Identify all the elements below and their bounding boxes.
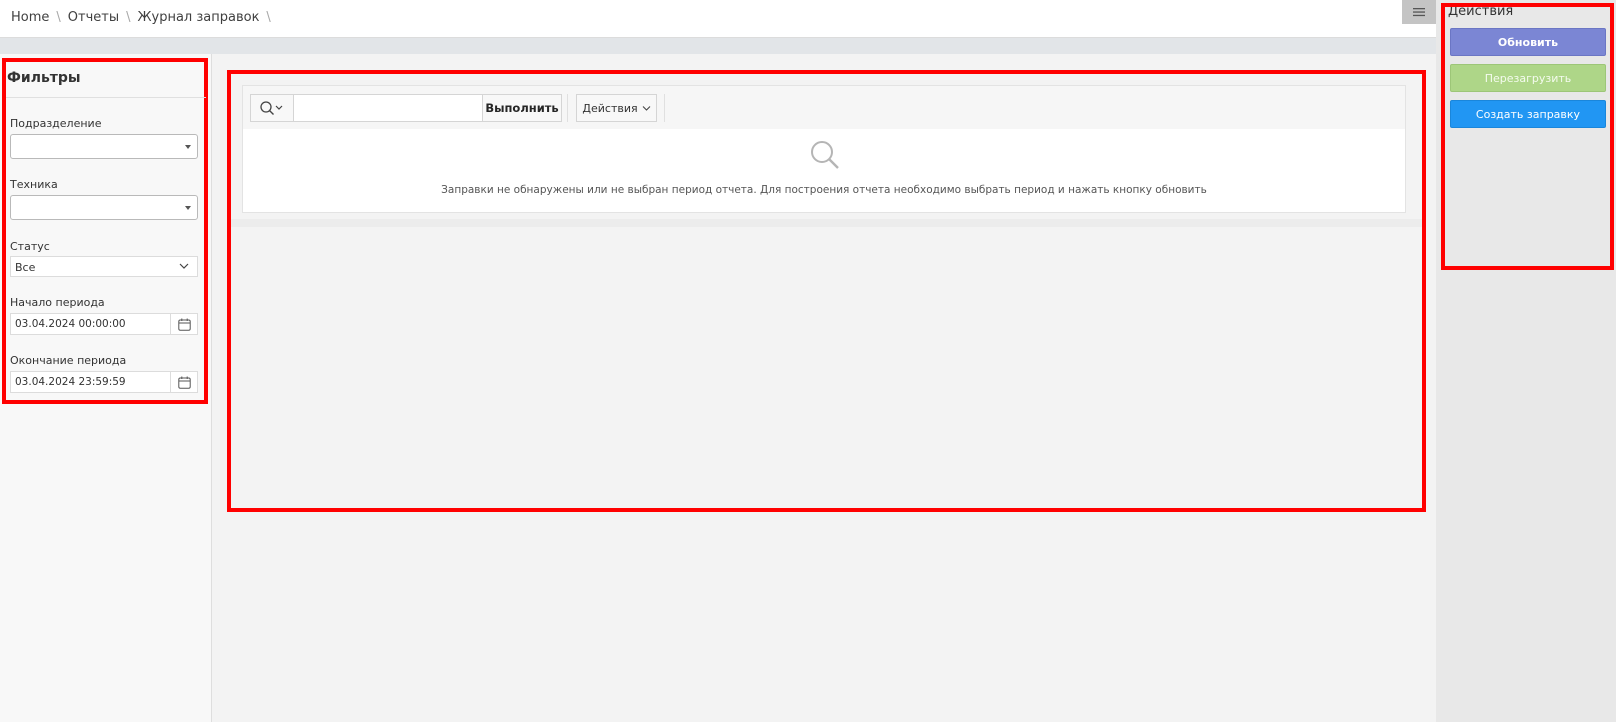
calendar-icon (177, 376, 191, 389)
calendar-icon (177, 318, 191, 331)
division-label: Подразделение (10, 117, 102, 130)
division-select[interactable] (10, 134, 198, 159)
status-label: Статус (10, 240, 50, 253)
report-highlight-frame (227, 70, 1426, 512)
status-select[interactable]: Все (10, 256, 198, 277)
period-start-value: 03.04.2024 00:00:00 (15, 318, 126, 330)
filters-highlight-frame (2, 58, 208, 404)
breadcrumb: Home \ Отчеты \ Журнал заправок \ (11, 10, 278, 25)
status-value: Все (15, 261, 36, 274)
period-end-value: 03.04.2024 23:59:59 (15, 376, 126, 388)
breadcrumb-separator: \ (126, 10, 131, 25)
period-end-label: Окончание периода (10, 354, 127, 367)
breadcrumb-home[interactable]: Home (11, 10, 49, 25)
caret-down-icon (185, 145, 191, 149)
actions-highlight-frame (1441, 3, 1614, 270)
filters-divider (6, 97, 206, 98)
chevron-down-icon (179, 263, 189, 269)
top-header: Home \ Отчеты \ Журнал заправок \ (0, 0, 1436, 38)
calendar-button[interactable] (170, 372, 197, 392)
breadcrumb-fuel-log[interactable]: Журнал заправок (138, 10, 260, 25)
period-end-field[interactable]: 03.04.2024 23:59:59 (10, 371, 198, 393)
equipment-label: Техника (10, 178, 58, 191)
caret-down-icon (185, 206, 191, 210)
menu-toggle-button[interactable] (1402, 0, 1436, 24)
filters-title: Фильтры (7, 70, 81, 86)
breadcrumb-separator: \ (266, 10, 271, 25)
calendar-button[interactable] (170, 314, 197, 334)
breadcrumb-separator: \ (56, 10, 61, 25)
breadcrumb-reports[interactable]: Отчеты (68, 10, 119, 25)
equipment-select[interactable] (10, 195, 198, 220)
hamburger-icon (1413, 8, 1425, 17)
period-start-label: Начало периода (10, 296, 105, 309)
header-divider-strip (0, 38, 1436, 54)
period-start-field[interactable]: 03.04.2024 00:00:00 (10, 313, 198, 335)
